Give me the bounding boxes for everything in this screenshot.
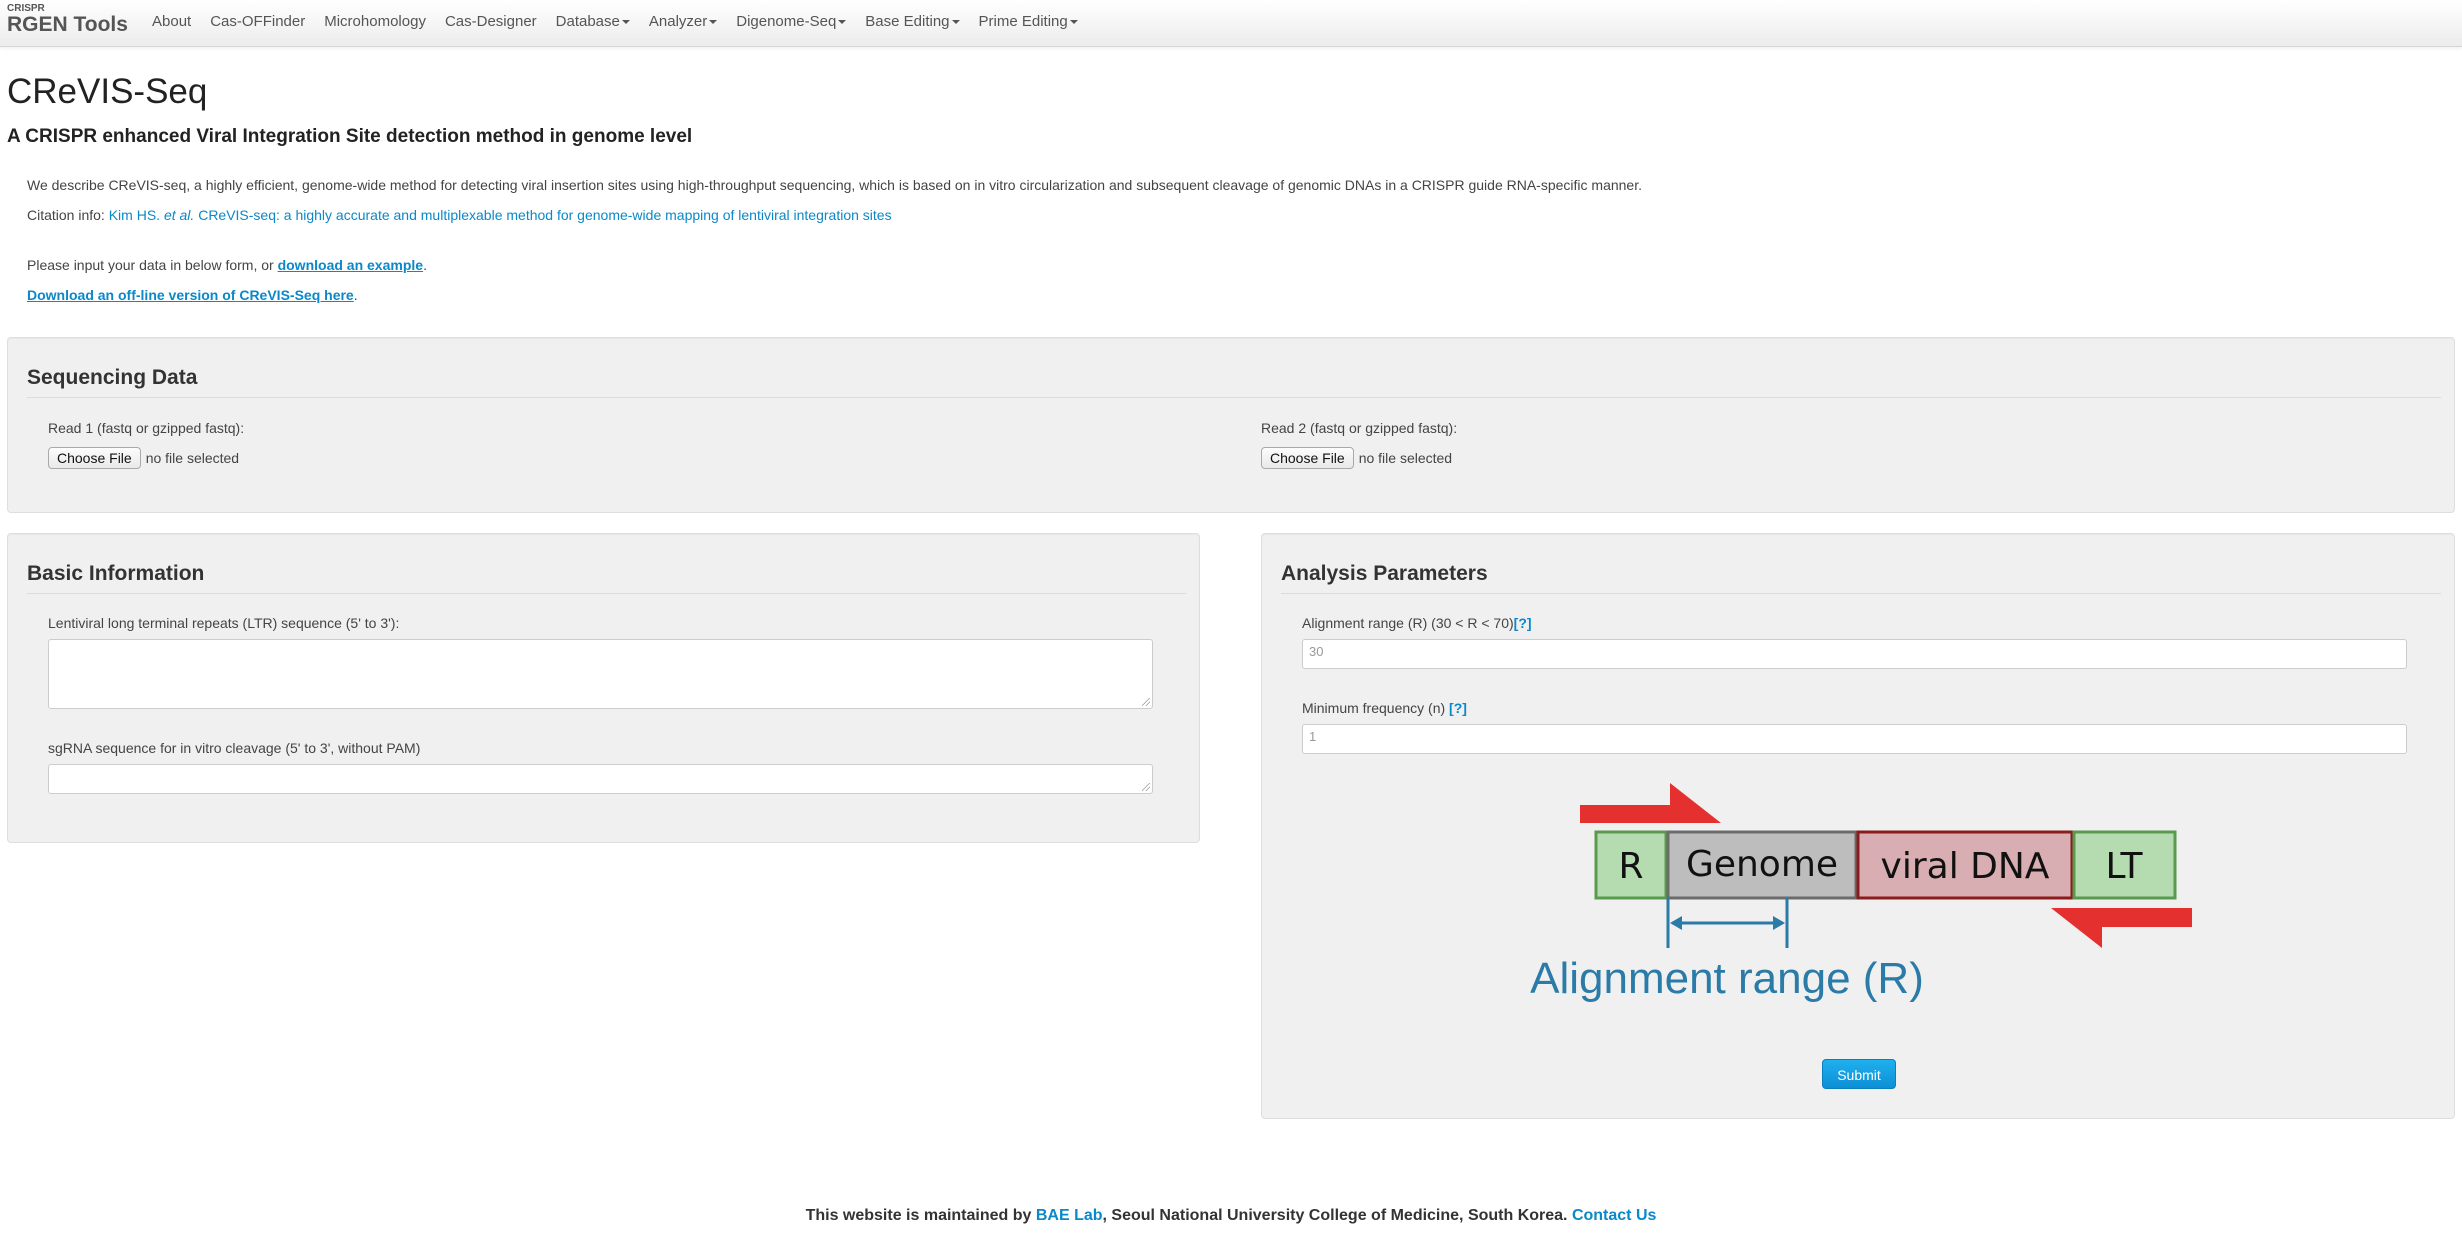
page-title: CReVIS-Seq <box>7 72 208 111</box>
citation-link[interactable]: Kim HS. et al. CReVIS-seq: a highly accu… <box>109 207 892 223</box>
caret-down-icon <box>838 19 847 24</box>
divider <box>27 397 2441 398</box>
viral-dna-box-label: viral DNA <box>1881 846 2050 887</box>
resize-grip-icon[interactable] <box>1142 783 1150 791</box>
input-prompt-prefix: Please input your data in below form, or <box>27 257 278 273</box>
alignment-range-diagram: R Genome viral DNA LT Alignment range (R… <box>1530 783 2192 1003</box>
input-prompt: Please input your data in below form, or… <box>27 257 427 273</box>
read1-label: Read 1 (fastq or gzipped fastq): <box>48 420 245 436</box>
nav-item-analyzer-label: Analyzer <box>648 12 708 30</box>
genome-box-label: Genome <box>1686 844 1838 885</box>
citation-authors: Kim HS. <box>108 207 164 223</box>
alignment-range-label-text: Alignment range (R) (30 < R < 70) <box>1302 615 1514 631</box>
caret-down-icon <box>951 19 960 24</box>
citation-label: Citation info: <box>27 207 109 223</box>
alignment-range-label: Alignment range (R) (30 < R < 70)[?] <box>1302 615 1532 631</box>
nav-item-digenome-seq[interactable]: Digenome-Seq <box>736 12 847 30</box>
divider <box>1281 593 2441 594</box>
alignment-help-link[interactable]: [?] <box>1514 615 1532 631</box>
forward-primer-arrow <box>1580 783 1721 823</box>
minimum-frequency-input[interactable]: 1 <box>1302 724 2407 754</box>
offline-download-link[interactable]: Download an off-line version of CReVIS-S… <box>27 287 354 303</box>
nav-item-about[interactable]: About <box>152 13 191 30</box>
citation-etal: et al. <box>163 207 195 223</box>
nav-item-cas-offinder[interactable]: Cas-OFFinder <box>210 13 305 30</box>
input-prompt-suffix: . <box>423 257 427 273</box>
range-arrowhead-right <box>1773 916 1785 930</box>
minimum-frequency-label: Minimum frequency (n) [?] <box>1302 700 1467 716</box>
nav-item-prime-editing-label: Prime Editing <box>978 12 1068 30</box>
offline-suffix: . <box>353 287 358 303</box>
basic-information-panel: Basic Information Lentiviral long termin… <box>7 533 1200 843</box>
nav-item-database[interactable]: Database <box>556 13 630 30</box>
nav-item-database-label: Database <box>555 12 620 30</box>
nav-item-cas-designer[interactable]: Cas-Designer <box>445 13 537 30</box>
offline-line: Download an off-line version of CReVIS-S… <box>27 287 358 303</box>
brand-main-text: RGEN Tools <box>7 13 128 36</box>
read2-choose-file-button[interactable]: Choose File <box>1261 447 1354 469</box>
basic-information-heading: Basic Information <box>27 562 205 585</box>
top-navbar: CRISPR RGEN Tools About Cas-OFFinder Mic… <box>0 0 2462 47</box>
minimum-frequency-label-text: Minimum frequency (n) <box>1302 700 1450 716</box>
nav-item-base-editing-label: Base Editing <box>865 12 950 30</box>
read2-label: Read 2 (fastq or gzipped fastq): <box>1261 420 1458 436</box>
sgrna-label: sgRNA sequence for in vitro cleavage (5'… <box>48 740 421 756</box>
minimum-frequency-help-link[interactable]: [?] <box>1449 700 1467 716</box>
citation-line: Citation info: Kim HS. et al. CReVIS-seq… <box>27 207 892 223</box>
read1-file-input: Choose File no file selected <box>48 447 239 469</box>
submit-button[interactable]: Submit <box>1822 1059 1896 1089</box>
caret-down-icon <box>621 19 630 24</box>
alignment-range-caption: Alignment range (R) <box>1530 954 1924 1003</box>
reverse-primer-arrow <box>2051 908 2192 948</box>
tool-description: We describe CReVIS-seq, a highly efficie… <box>27 177 1642 193</box>
brand-logo[interactable]: CRISPR RGEN Tools <box>7 4 128 36</box>
caret-down-icon <box>709 19 718 24</box>
analysis-parameters-heading: Analysis Parameters <box>1281 562 1488 585</box>
contact-us-link[interactable]: Contact Us <box>1572 1207 1656 1224</box>
alignment-range-input[interactable]: 30 <box>1302 639 2407 669</box>
nav-item-prime-editing[interactable]: Prime Editing <box>979 13 1078 30</box>
nav-menu: About Cas-OFFinder Microhomology Cas-Des… <box>152 0 1097 42</box>
r-box-label: R <box>1618 846 1643 887</box>
caret-down-icon <box>1069 19 1078 24</box>
footer: This website is maintained by BAE Lab, S… <box>0 1207 2462 1225</box>
read1-file-status: no file selected <box>145 450 240 466</box>
sequencing-data-heading: Sequencing Data <box>27 366 198 389</box>
divider <box>27 593 1186 594</box>
ltr-label: Lentiviral long terminal repeats (LTR) s… <box>48 615 400 631</box>
nav-item-analyzer[interactable]: Analyzer <box>648 12 718 30</box>
read2-file-input: Choose File no file selected <box>1261 447 1452 469</box>
nav-item-base-editing[interactable]: Base Editing <box>865 12 960 30</box>
page-subtitle: A CRISPR enhanced Viral Integration Site… <box>7 126 693 147</box>
resize-grip-icon[interactable] <box>1142 698 1150 706</box>
read1-choose-file-button[interactable]: Choose File <box>48 447 141 469</box>
sequencing-data-panel: Sequencing Data Read 1 (fastq or gzipped… <box>7 337 2455 513</box>
footer-middle: , Seoul National University College of M… <box>1102 1207 1572 1224</box>
sgrna-sequence-textarea[interactable] <box>48 764 1153 794</box>
range-arrowhead-left <box>1670 916 1682 930</box>
nav-item-digenome-seq-label: Digenome-Seq <box>736 12 837 30</box>
bae-lab-link[interactable]: BAE Lab <box>1036 1207 1103 1224</box>
footer-prefix: This website is maintained by <box>805 1207 1036 1224</box>
ltr-sequence-textarea[interactable] <box>48 639 1153 709</box>
nav-item-microhomology[interactable]: Microhomology <box>324 13 426 30</box>
citation-title: CReVIS-seq: a highly accurate and multip… <box>194 207 892 223</box>
read2-file-status: no file selected <box>1358 450 1453 466</box>
lt-box-label: LT <box>2105 846 2143 887</box>
download-example-link[interactable]: download an example <box>278 257 423 273</box>
